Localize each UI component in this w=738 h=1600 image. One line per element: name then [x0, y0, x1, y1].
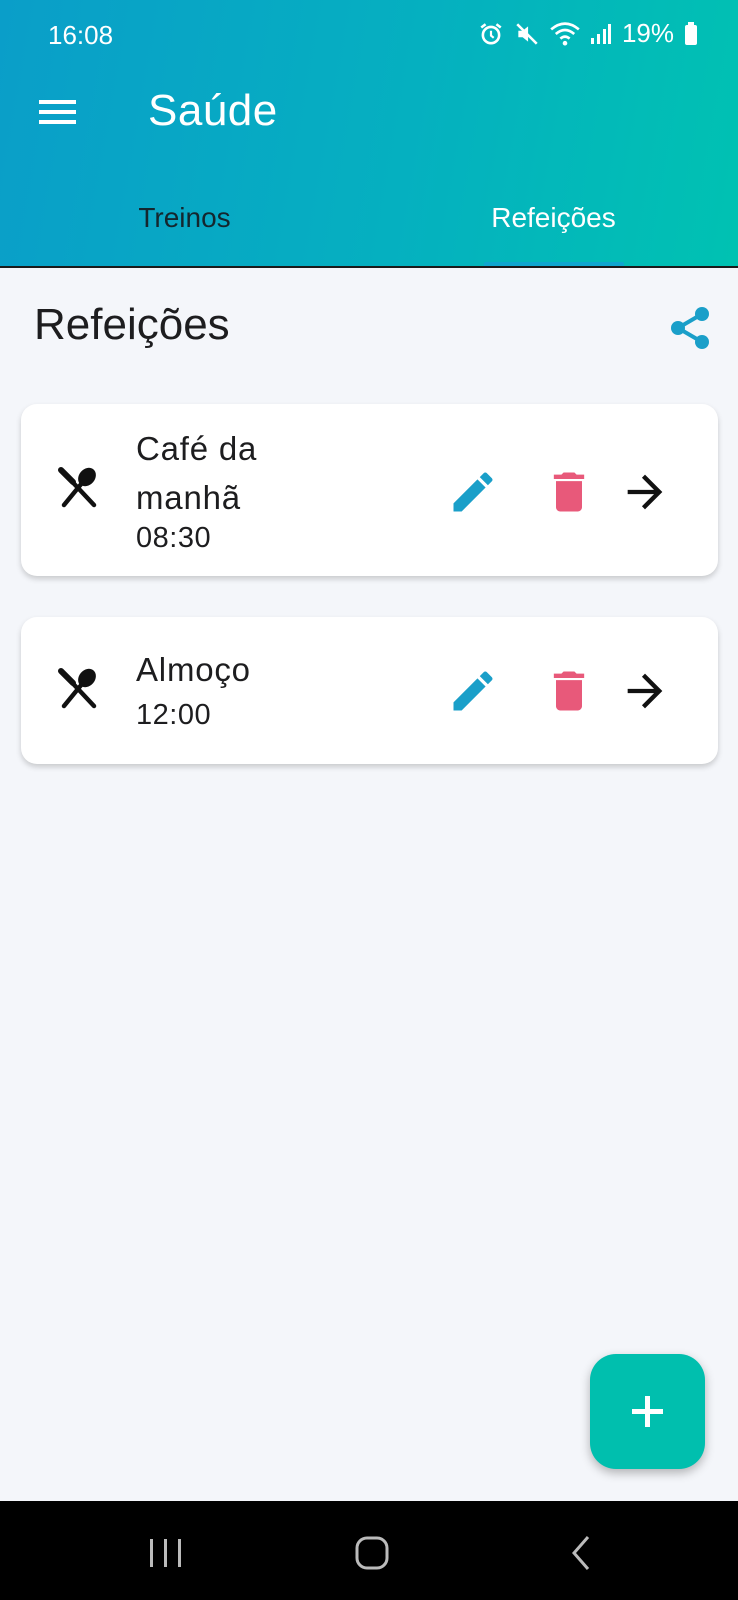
- system-nav-bar: [0, 1501, 738, 1600]
- battery-percentage: 19%: [621, 18, 674, 48]
- delete-button[interactable]: [543, 466, 595, 518]
- meal-name: Almoço: [136, 651, 251, 688]
- recents-button[interactable]: [136, 1531, 196, 1575]
- delete-button[interactable]: [543, 665, 595, 717]
- trash-icon: [553, 671, 585, 711]
- meal-time: 12:00: [136, 699, 212, 731]
- trash-icon: [553, 472, 585, 512]
- share-button[interactable]: [668, 304, 712, 352]
- pencil-icon: [453, 472, 493, 512]
- meal-card[interactable]: Almoço 12:00: [21, 617, 718, 764]
- back-button[interactable]: [550, 1531, 610, 1575]
- meal-name: Café da manhã: [136, 430, 258, 516]
- arrow-right-icon: [627, 474, 663, 510]
- alarm-icon: [480, 22, 502, 45]
- tab-treinos[interactable]: Treinos: [0, 190, 369, 268]
- status-icons: 19%: [478, 18, 698, 49]
- share-icon: [671, 307, 709, 349]
- pencil-icon: [453, 671, 493, 711]
- tab-refeicoes[interactable]: Refeições: [369, 190, 738, 268]
- page-title: Refeições: [34, 300, 230, 349]
- open-meal-button[interactable]: [619, 466, 671, 518]
- arrow-right-icon: [627, 673, 663, 709]
- menu-button[interactable]: [36, 92, 80, 132]
- open-meal-button[interactable]: [619, 665, 671, 717]
- meal-time: 08:30: [136, 522, 212, 554]
- status-time: 16:08: [48, 20, 114, 50]
- edit-button[interactable]: [447, 466, 499, 518]
- signal-icon: [590, 23, 611, 44]
- edit-button[interactable]: [447, 665, 499, 717]
- mute-icon: [516, 22, 538, 45]
- tab-bar: Treinos Refeições: [0, 190, 738, 268]
- battery-icon: [685, 21, 697, 45]
- app-bar: 16:08 19% Saúde Treinos Refeições: [0, 0, 738, 268]
- active-tab-indicator: [484, 262, 624, 266]
- add-meal-button[interactable]: [590, 1354, 705, 1469]
- meal-card[interactable]: Café da manhã 08:30: [21, 404, 718, 576]
- hamburger-menu-icon: [39, 100, 76, 124]
- recents-icon: [150, 1539, 181, 1567]
- back-icon: [572, 1536, 590, 1570]
- home-icon: [355, 1536, 389, 1570]
- plus-icon: [632, 1396, 663, 1427]
- status-bar: 16:08 19%: [0, 0, 738, 70]
- app-title: Saúde: [148, 86, 278, 135]
- restaurant-icon: [58, 467, 97, 508]
- wifi-icon: [550, 21, 580, 46]
- restaurant-icon: [58, 668, 97, 709]
- home-button[interactable]: [342, 1531, 402, 1575]
